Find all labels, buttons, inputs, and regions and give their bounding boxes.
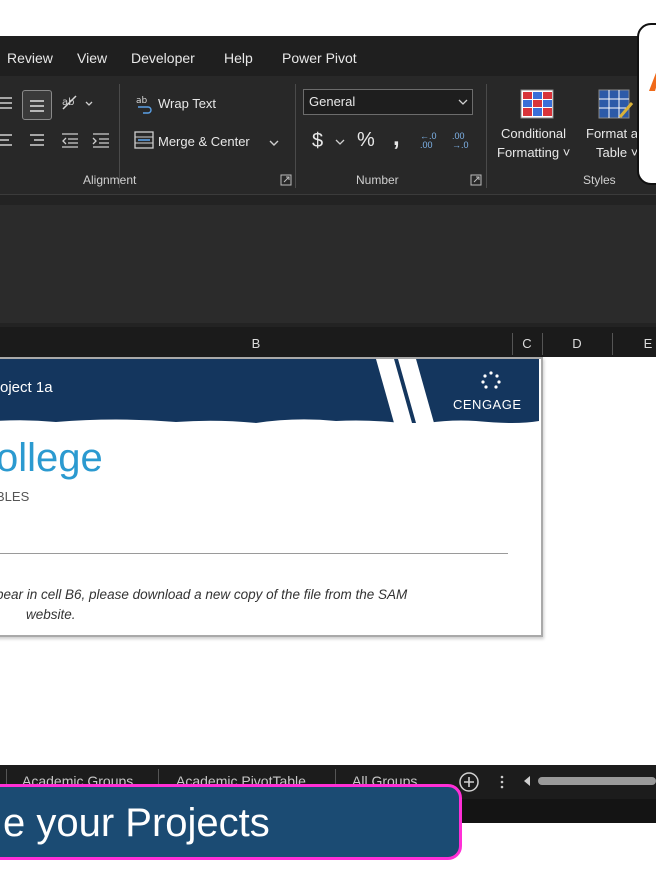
alignment-dialog-launcher-icon[interactable] — [280, 174, 292, 186]
svg-text:ab: ab — [136, 96, 148, 106]
tab-developer[interactable]: Developer — [131, 36, 195, 76]
promo-text: e your Projects — [3, 801, 270, 845]
instruction-card: oject 1a CENGAGE ollege BLES pear in cel… — [0, 357, 543, 637]
conditional-formatting-icon — [520, 89, 554, 119]
ribbon: ab ab Wrap Text Merge & Center Alignment… — [0, 76, 656, 195]
format-as-table-button[interactable]: Format a — [586, 126, 638, 141]
notice-line-2: website. — [26, 607, 76, 622]
project-banner — [0, 359, 539, 423]
format-as-table-icon — [598, 89, 634, 119]
merge-dropdown-chevron-icon[interactable] — [268, 138, 280, 148]
styles-group-label: Styles — [583, 173, 616, 187]
conditional-formatting-button[interactable]: Conditional — [501, 126, 566, 141]
subtitle: BLES — [0, 489, 30, 504]
more-options-icon[interactable] — [498, 773, 506, 791]
tab-help[interactable]: Help — [224, 36, 253, 76]
currency-dropdown-chevron-icon[interactable] — [335, 138, 345, 146]
cengage-logo-icon — [481, 371, 501, 389]
number-format-value: General — [309, 94, 356, 109]
column-header-e[interactable]: E — [612, 327, 656, 357]
wrap-text-icon: ab — [136, 96, 152, 114]
number-group-label: Number — [356, 173, 399, 187]
scroll-left-icon[interactable] — [522, 775, 532, 787]
horizontal-scrollbar[interactable] — [538, 777, 656, 785]
align-bottom-button[interactable] — [22, 90, 52, 120]
promo-banner: e your Projects — [0, 784, 462, 860]
tab-view[interactable]: View — [77, 36, 107, 76]
column-headers: B C D E — [0, 327, 656, 358]
orientation-icon[interactable]: ab — [60, 91, 96, 115]
new-sheet-plus-icon[interactable] — [458, 771, 480, 793]
number-dialog-launcher-icon[interactable] — [470, 174, 482, 186]
format-as-table-button-line2[interactable]: Table ˅ — [596, 145, 638, 160]
svg-text:ab: ab — [62, 97, 74, 108]
project-label: oject 1a — [0, 379, 53, 396]
formula-bar[interactable] — [0, 205, 656, 323]
tab-review[interactable]: Review — [7, 36, 53, 76]
number-format-dropdown[interactable]: General — [303, 89, 473, 115]
callout-box — [637, 23, 656, 185]
tab-power-pivot[interactable]: Power Pivot — [282, 36, 357, 76]
align-bottom-icon — [30, 100, 44, 112]
percent-button[interactable]: % — [357, 129, 375, 152]
divider — [0, 553, 508, 554]
increase-indent-icon[interactable] — [91, 131, 111, 151]
conditional-formatting-button-line2[interactable]: Formatting ˅ — [497, 145, 570, 160]
notice-line-1: pear in cell B6, please download a new c… — [0, 587, 408, 602]
wrap-text-button[interactable]: Wrap Text — [158, 96, 216, 111]
cengage-wordmark: CENGAGE — [453, 397, 522, 412]
merge-center-button[interactable]: Merge & Center — [158, 134, 250, 149]
ribbon-tab-bar: Review View Developer Help Power Pivot — [0, 36, 656, 76]
chevron-down-icon — [458, 99, 468, 105]
align-middle-icon[interactable] — [0, 93, 16, 113]
align-right-icon[interactable] — [28, 131, 46, 151]
decrease-decimal-button[interactable]: .00 →.0 — [452, 132, 474, 150]
merge-center-icon — [134, 131, 154, 149]
college-title: ollege — [0, 436, 103, 480]
alignment-group-label: Alignment — [83, 173, 137, 187]
align-left-icon[interactable] — [0, 131, 16, 151]
screen-top-margin — [0, 0, 656, 36]
increase-decimal-button[interactable]: ←.0 .00 — [420, 132, 442, 150]
orange-arrow-icon — [649, 72, 656, 91]
column-header-d[interactable]: D — [542, 327, 612, 357]
column-header-c[interactable]: C — [512, 327, 542, 357]
decrease-indent-icon[interactable] — [60, 131, 80, 151]
currency-button[interactable]: $ — [312, 130, 323, 153]
column-header-b[interactable]: B — [0, 327, 512, 357]
comma-style-button[interactable]: , — [393, 124, 400, 152]
